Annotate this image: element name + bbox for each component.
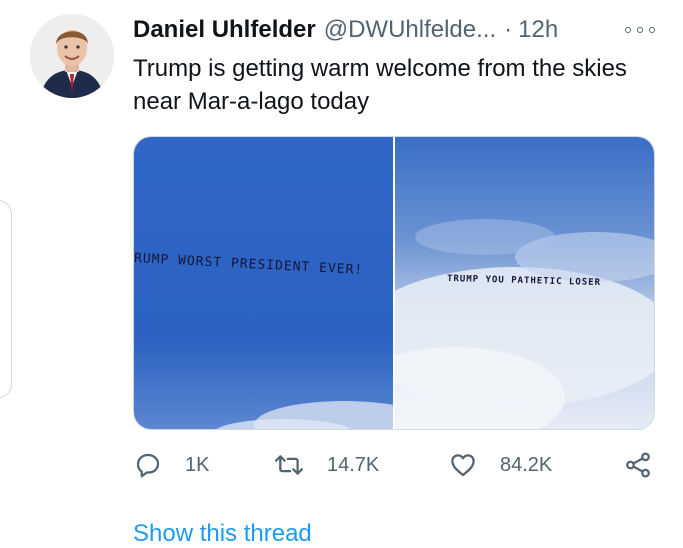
tweet-media[interactable]: RUMP WORST PRESIDENT EVER! TRUMP YOU PAT… xyxy=(133,136,655,430)
tweet-actions: 1K 14.7K 84.2K xyxy=(133,448,658,482)
more-dot xyxy=(637,27,643,33)
time-separator: · xyxy=(504,16,513,43)
more-dot xyxy=(649,27,655,33)
like-icon xyxy=(451,454,475,477)
tweet-timestamp[interactable]: 12h xyxy=(518,16,558,44)
tweet-text: Trump is getting warm welcome from the s… xyxy=(133,55,627,115)
sky-photo-left xyxy=(134,137,393,429)
photo-right[interactable]: TRUMP YOU PATHETIC LOSER xyxy=(395,137,654,429)
share-icon xyxy=(626,452,650,478)
share-button[interactable] xyxy=(623,448,653,482)
more-icon[interactable] xyxy=(625,20,655,40)
reply-icon xyxy=(136,453,160,478)
reply-count: 1K xyxy=(185,453,210,476)
more-dot xyxy=(625,27,631,33)
avatar-image xyxy=(30,14,114,98)
like-button[interactable]: 84.2K xyxy=(448,448,552,482)
retweet-count: 14.7K xyxy=(327,453,380,476)
retweet-button[interactable]: 14.7K xyxy=(273,448,379,482)
photo-left[interactable]: RUMP WORST PRESIDENT EVER! xyxy=(134,137,393,429)
like-count: 84.2K xyxy=(500,453,553,476)
tweet-header: Daniel Uhlfelder @DWUhlfelde... · 12h xyxy=(133,16,673,44)
retweet-icon xyxy=(274,455,304,475)
author-handle[interactable]: @DWUhlfelde... xyxy=(324,16,496,44)
author-name[interactable]: Daniel Uhlfelder xyxy=(133,16,316,44)
reply-button[interactable]: 1K xyxy=(133,448,209,482)
adjacent-panel-edge xyxy=(0,200,12,398)
avatar[interactable] xyxy=(30,14,114,98)
